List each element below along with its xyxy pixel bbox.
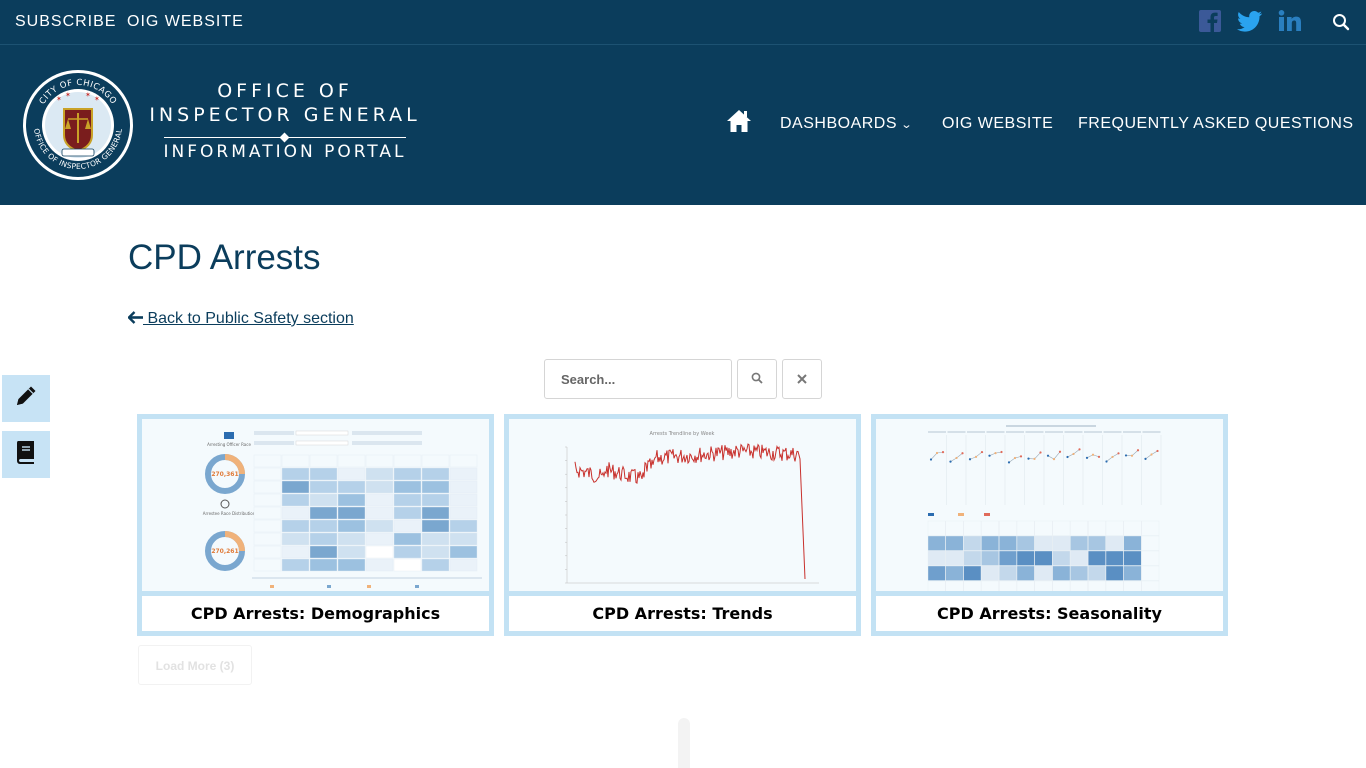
edit-button[interactable] bbox=[2, 375, 50, 422]
svg-text:Arrestee Race Distribution: Arrestee Race Distribution bbox=[203, 511, 256, 516]
arrow-left-icon bbox=[127, 310, 143, 328]
nav-faq[interactable]: FREQUENTLY ASKED QUESTIONS bbox=[1078, 115, 1354, 133]
dashboard-card-seasonality[interactable]: CPD Arrests: Seasonality bbox=[871, 414, 1228, 636]
top-bar: SUBSCRIBE OIG WEBSITE bbox=[0, 0, 1366, 45]
svg-text:✶: ✶ bbox=[85, 91, 91, 99]
logo-line-3: INFORMATION PORTAL bbox=[163, 142, 407, 162]
svg-text:✶: ✶ bbox=[56, 95, 62, 103]
card-title-demographics: CPD Arrests: Demographics bbox=[142, 596, 489, 631]
subscribe-link[interactable]: SUBSCRIBE bbox=[15, 13, 116, 31]
book-icon bbox=[15, 439, 37, 470]
card-title-seasonality: CPD Arrests: Seasonality bbox=[876, 596, 1223, 631]
search-button[interactable] bbox=[737, 359, 777, 399]
guide-button[interactable] bbox=[2, 431, 50, 478]
site-header: CITY OF CHICAGO OFFICE OF INSPECTOR GENE… bbox=[0, 45, 1366, 205]
trends-thumb-title: Arrests Trendline by Week bbox=[650, 431, 715, 437]
trends-thumbnail: Arrests Trendline by Week bbox=[509, 419, 856, 591]
linkedin-icon[interactable] bbox=[1278, 9, 1302, 38]
card-title-trends: CPD Arrests: Trends bbox=[509, 596, 856, 631]
nav-oig-website[interactable]: OIG WEBSITE bbox=[942, 115, 1053, 133]
scroll-handle[interactable] bbox=[678, 718, 690, 768]
logo-diamond bbox=[279, 132, 290, 143]
chevron-down-icon: ⌄ bbox=[900, 119, 914, 131]
seasonality-thumbnail bbox=[876, 419, 1223, 591]
page-title: CPD Arrests bbox=[128, 238, 321, 277]
portal-logo-text[interactable]: OFFICE OF INSPECTOR GENERAL INFORMATION … bbox=[148, 80, 422, 162]
nav-dashboards-label: DASHBOARDS bbox=[780, 115, 898, 132]
back-link-label: Back to Public Safety section bbox=[143, 310, 354, 327]
clear-search-button[interactable] bbox=[782, 359, 822, 399]
nav-dashboards[interactable]: DASHBOARDS ⌄ bbox=[780, 115, 914, 133]
seasonality-heatmap bbox=[927, 520, 1160, 591]
search-input[interactable] bbox=[544, 359, 732, 399]
svg-text:Arresting Officer Race: Arresting Officer Race bbox=[207, 442, 251, 447]
home-icon[interactable] bbox=[726, 108, 752, 139]
oig-website-top-link[interactable]: OIG WEBSITE bbox=[127, 13, 244, 31]
demographics-total-2: 270,261 bbox=[211, 548, 238, 555]
svg-text:✶: ✶ bbox=[94, 95, 100, 103]
demographics-total-1: 270,361 bbox=[211, 471, 238, 478]
city-seal-logo[interactable]: CITY OF CHICAGO OFFICE OF INSPECTOR GENE… bbox=[22, 69, 134, 181]
dashboard-card-trends[interactable]: Arrests Trendline by Week CPD Arrests: T… bbox=[504, 414, 861, 636]
facebook-icon[interactable] bbox=[1199, 9, 1221, 38]
logo-line-1: OFFICE OF bbox=[217, 80, 353, 102]
svg-text:✶: ✶ bbox=[65, 91, 71, 99]
search-icon bbox=[751, 372, 763, 387]
back-to-section-link[interactable]: Back to Public Safety section bbox=[127, 310, 354, 328]
pencil-icon bbox=[13, 383, 39, 414]
load-more-button[interactable]: Load More (3) bbox=[138, 645, 252, 685]
twitter-icon[interactable] bbox=[1237, 9, 1263, 38]
logo-line-2: INSPECTOR GENERAL bbox=[149, 104, 421, 126]
search-icon[interactable] bbox=[1332, 13, 1350, 36]
dashboard-card-demographics[interactable]: Arresting Officer Race 270,361 Arrestee … bbox=[137, 414, 494, 636]
close-icon bbox=[797, 372, 807, 387]
demographics-thumbnail: Arresting Officer Race 270,361 Arrestee … bbox=[142, 419, 489, 591]
